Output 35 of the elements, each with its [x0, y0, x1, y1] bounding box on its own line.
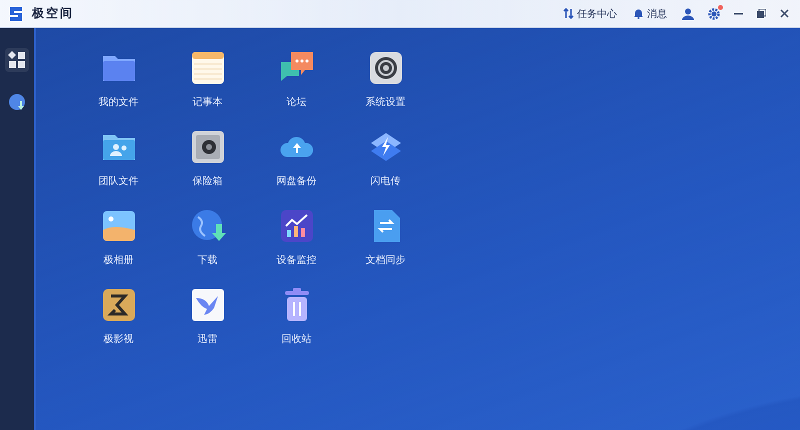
bell-icon — [633, 8, 644, 19]
settings-icon — [368, 50, 404, 86]
restore-icon — [757, 9, 766, 18]
globe-download-icon — [8, 93, 26, 111]
app-shortcut[interactable]: 保险箱 — [163, 129, 252, 208]
app-shortcut[interactable]: 论坛 — [252, 50, 341, 129]
app-shortcut[interactable]: 文档同步 — [341, 208, 430, 287]
app-shortcut[interactable]: 下载 — [163, 208, 252, 287]
app-shortcut[interactable]: 网盘备份 — [252, 129, 341, 208]
task-center-button[interactable]: 任务中心 — [559, 6, 621, 20]
safe-icon — [190, 129, 226, 165]
app-shortcut[interactable]: 设备监控 — [252, 208, 341, 287]
app-shortcut[interactable]: 团队文件 — [74, 129, 163, 208]
app-shortcut[interactable]: 记事本 — [163, 50, 252, 129]
app-shortcut[interactable]: 我的文件 — [74, 50, 163, 129]
app-logo-icon — [8, 6, 24, 22]
close-icon — [780, 9, 789, 18]
app-shortcut[interactable]: 回收站 — [252, 287, 341, 366]
app-shortcut[interactable]: 极相册 — [74, 208, 163, 287]
app-name: 极空间 — [32, 5, 74, 22]
user-icon — [682, 8, 694, 20]
notes-icon — [190, 50, 226, 86]
transfer-arrows-icon — [563, 8, 574, 19]
restore-button[interactable] — [754, 9, 769, 18]
user-button[interactable] — [679, 8, 697, 20]
app-shortcut[interactable]: 系统设置 — [341, 50, 430, 129]
app-shortcut[interactable]: 迅雷 — [163, 287, 252, 366]
bird-icon — [190, 287, 226, 323]
app-shortcut[interactable]: 闪电传 — [341, 129, 430, 208]
album-icon — [100, 208, 136, 244]
messages-button[interactable]: 消息 — [629, 6, 671, 20]
sidebar-item[interactable] — [5, 48, 29, 72]
app-shortcut[interactable]: 极影视 — [74, 287, 163, 366]
settings-icon — [708, 8, 720, 20]
apps-grid-icon — [8, 51, 26, 69]
